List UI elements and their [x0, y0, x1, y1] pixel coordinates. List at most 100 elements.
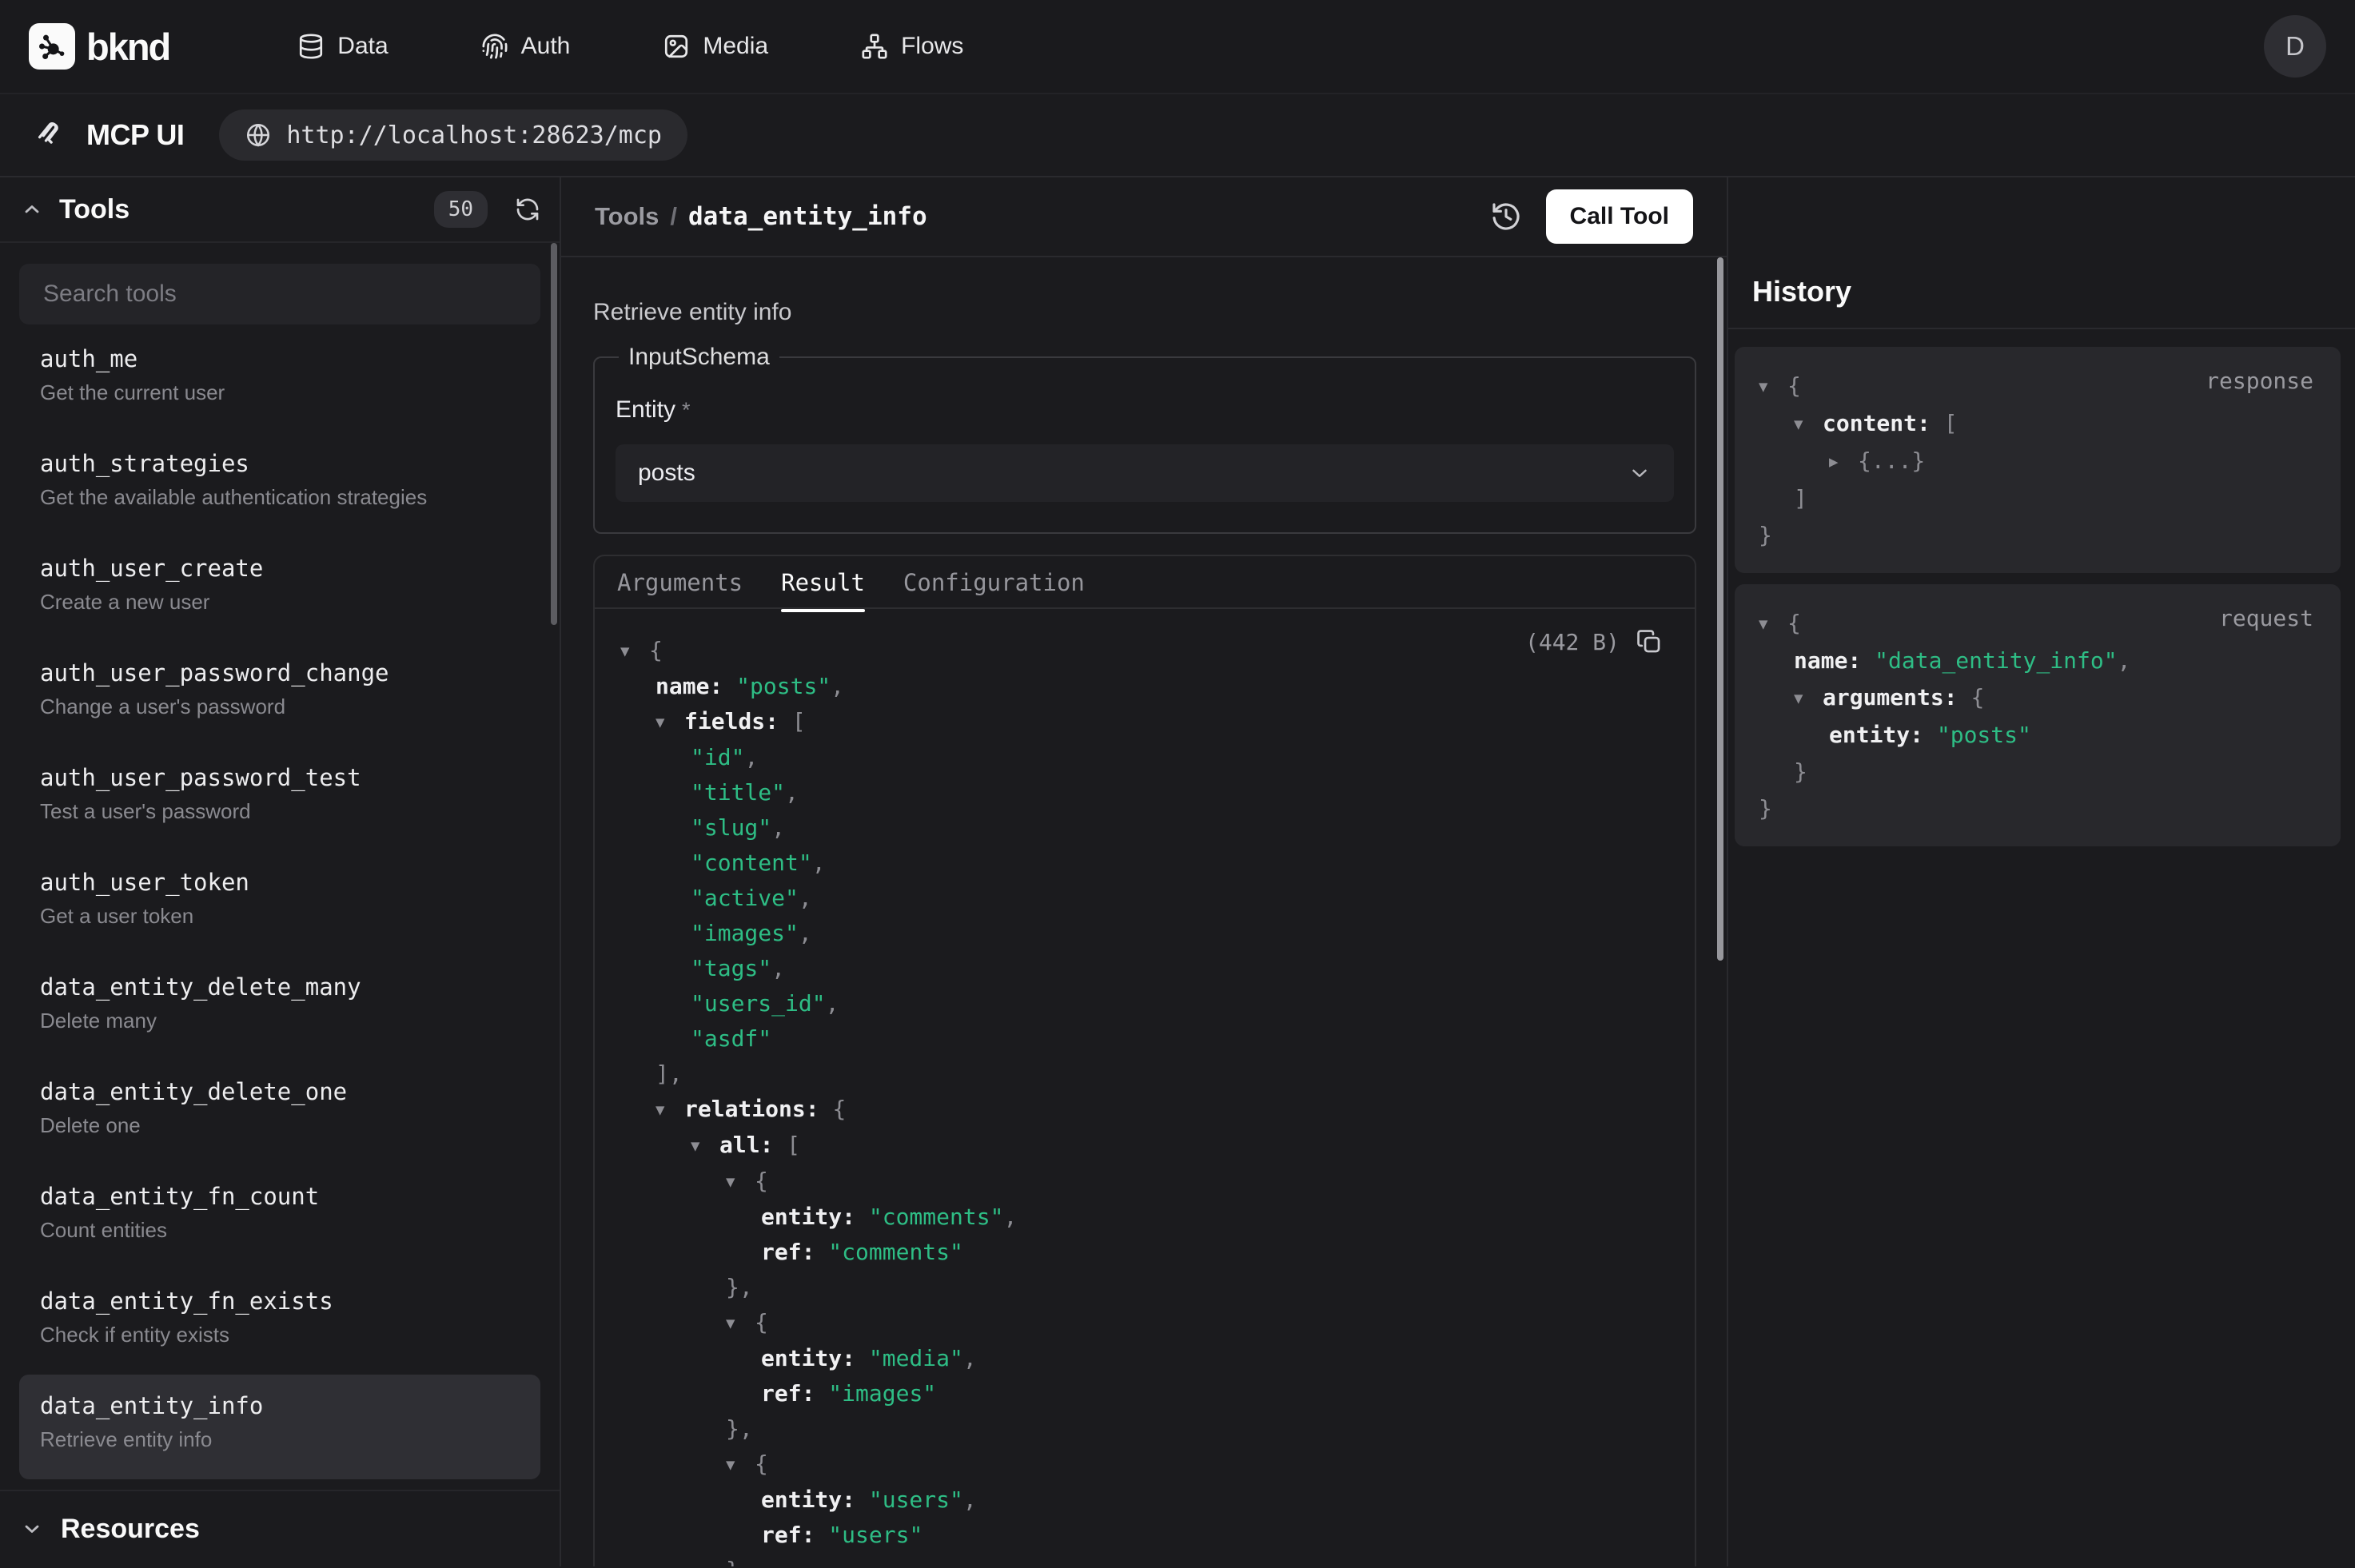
caret-down-icon[interactable]: ▼: [620, 634, 649, 669]
caret-down-icon[interactable]: ▼: [655, 705, 684, 740]
tool-description: Delete one: [40, 1113, 520, 1138]
tool-result-card: ArgumentsResultConfiguration (442 B): [593, 555, 1696, 1566]
nav-item-media[interactable]: Media: [663, 33, 768, 60]
json-line: ▼{: [620, 1305, 1666, 1341]
json-line: "title",: [620, 775, 1666, 810]
history-entries: response▼{▼content: [▶{...}]}request▼{na…: [1728, 329, 2355, 858]
sidebar-scrollbar[interactable]: [551, 243, 557, 625]
json-line: }: [1759, 790, 2317, 827]
tool-description: Get a user token: [40, 904, 520, 929]
nav-item-label: Media: [703, 33, 768, 60]
json-line: ▼{: [620, 1447, 1666, 1482]
json-line: ▶{...}: [1759, 443, 2317, 480]
json-line: "id",: [620, 740, 1666, 775]
sidebar-tool-data_entity_delete_many[interactable]: data_entity_delete_manyDelete many: [19, 956, 540, 1061]
sidebar-tool-auth_user_password_test[interactable]: auth_user_password_testTest a user's pas…: [19, 746, 540, 851]
json-line: "asdf": [620, 1021, 1666, 1057]
sidebar-tool-data_entity_fn_count[interactable]: data_entity_fn_countCount entities: [19, 1165, 540, 1270]
caret-right-icon[interactable]: ▶: [1829, 444, 1858, 480]
json-line: ▼all: [: [620, 1128, 1666, 1164]
tab-arguments[interactable]: Arguments: [617, 569, 743, 611]
history-entry-tag: request: [2219, 605, 2313, 631]
resources-section-header[interactable]: Resources: [0, 1490, 560, 1566]
input-schema-fieldset: InputSchema Entity* posts: [593, 344, 1696, 534]
sidebar-tool-auth_user_password_change[interactable]: auth_user_password_change Change a user's…: [19, 642, 540, 746]
tool-name: data_entity_fn_exists: [40, 1287, 520, 1315]
chevron-up-icon[interactable]: [21, 198, 43, 221]
caret-down-icon[interactable]: ▼: [1759, 368, 1787, 405]
caret-down-icon[interactable]: ▼: [726, 1164, 755, 1200]
json-line: ▼arguments: {: [1759, 679, 2317, 717]
json-line: entity: "media",: [620, 1341, 1666, 1376]
chevron-down-icon[interactable]: [21, 1518, 43, 1540]
breadcrumb-tool-name: data_entity_info: [688, 202, 927, 231]
json-line: ref: "users": [620, 1518, 1666, 1553]
server-url-pill[interactable]: http://localhost:28623/mcp: [219, 109, 687, 161]
tools-section-title: Tools: [59, 194, 130, 225]
search-input[interactable]: [19, 264, 540, 324]
caret-down-icon[interactable]: ▼: [1759, 606, 1787, 643]
sidebar-tool-auth_user_token[interactable]: auth_user_tokenGet a user token: [19, 851, 540, 956]
sidebar-tool-auth_strategies[interactable]: auth_strategiesGet the available authent…: [19, 432, 540, 537]
main-header: Tools / data_entity_info Call Tool: [561, 177, 1727, 257]
history-entry-response[interactable]: response▼{▼content: [▶{...}]}: [1735, 347, 2341, 573]
nav-item-label: Auth: [521, 33, 571, 60]
json-line: ref: "images": [620, 1376, 1666, 1411]
sidebar-tool-data_entity_fn_exists[interactable]: data_entity_fn_existsCheck if entity exi…: [19, 1270, 540, 1375]
caret-down-icon[interactable]: ▼: [1794, 406, 1823, 443]
copy-icon[interactable]: [1636, 628, 1663, 655]
sidebar-tool-data_entity_delete_one[interactable]: data_entity_delete_oneDelete one: [19, 1061, 540, 1165]
sidebar: Tools 50 auth_meGet the current userauth…: [0, 177, 561, 1566]
history-icon[interactable]: [1490, 201, 1522, 233]
json-line: "active",: [620, 881, 1666, 916]
tab-result[interactable]: Result: [781, 569, 865, 611]
nav-item-auth[interactable]: Auth: [481, 33, 571, 60]
json-line: "images",: [620, 916, 1666, 951]
result-json-tree: ▼{name: "posts",▼fields: ["id","title","…: [620, 633, 1666, 1566]
caret-down-icon[interactable]: ▼: [691, 1128, 719, 1164]
sidebar-tool-auth_me[interactable]: auth_meGet the current user: [19, 328, 540, 432]
json-line: }: [620, 1553, 1666, 1566]
sidebar-tool-auth_user_create[interactable]: auth_user_createCreate a new user: [19, 537, 540, 642]
call-tool-button[interactable]: Call Tool: [1546, 189, 1693, 244]
caret-down-icon[interactable]: ▼: [726, 1447, 755, 1482]
json-line: entity: "users",: [620, 1482, 1666, 1518]
tools-section-header[interactable]: Tools 50: [0, 177, 560, 243]
history-json-tree: ▼{▼content: [▶{...}]}: [1759, 368, 2317, 554]
breadcrumb-section[interactable]: Tools: [595, 202, 659, 231]
tool-description: Create a new user: [40, 590, 520, 615]
layout: Tools 50 auth_meGet the current userauth…: [0, 177, 2355, 1566]
globe-icon: [245, 121, 272, 149]
refresh-icon[interactable]: [515, 197, 540, 222]
sidebar-tool-data_entity_info[interactable]: data_entity_infoRetrieve entity info: [19, 1375, 540, 1479]
json-line: "tags",: [620, 951, 1666, 986]
caret-down-icon[interactable]: ▼: [1794, 680, 1823, 717]
history-entry-request[interactable]: request▼{name: "data_entity_info",▼argum…: [1735, 584, 2341, 846]
user-avatar[interactable]: D: [2264, 15, 2326, 78]
tool-description: Change a user's password: [40, 694, 520, 719]
json-line: },: [620, 1270, 1666, 1305]
json-line: },: [620, 1411, 1666, 1447]
caret-down-icon[interactable]: ▼: [726, 1306, 755, 1341]
json-line: }: [1759, 517, 2317, 554]
main-body: Retrieve entity info InputSchema Entity*…: [561, 257, 1727, 1566]
result-json-viewer: (442 B) ▼{name: "posts",▼fields: ["id","…: [595, 609, 1695, 1566]
tool-name: auth_user_password_change: [40, 659, 520, 686]
json-line: ▼fields: [: [620, 704, 1666, 740]
network-icon: [861, 33, 888, 60]
caret-down-icon[interactable]: ▼: [655, 1092, 684, 1128]
json-line: ▼relations: {: [620, 1092, 1666, 1128]
fingerprint-icon: [481, 33, 508, 60]
main-scrollbar[interactable]: [1717, 257, 1723, 961]
brand-name: bknd: [86, 25, 169, 69]
entity-select[interactable]: posts: [616, 444, 1674, 502]
entity-field-label: Entity*: [616, 396, 1674, 424]
brand-logo[interactable]: bknd: [29, 23, 169, 70]
nav-menu: Data Auth Media Flows: [297, 33, 963, 60]
tool-description: Count entities: [40, 1218, 520, 1243]
app: bknd DataAuthMediaFlows D MCP UI http://…: [0, 0, 2355, 1566]
tab-configuration[interactable]: Configuration: [903, 569, 1085, 611]
nav-item-data[interactable]: Data: [297, 33, 388, 60]
input-schema-legend: InputSchema: [619, 344, 779, 371]
nav-item-flows[interactable]: Flows: [861, 33, 963, 60]
